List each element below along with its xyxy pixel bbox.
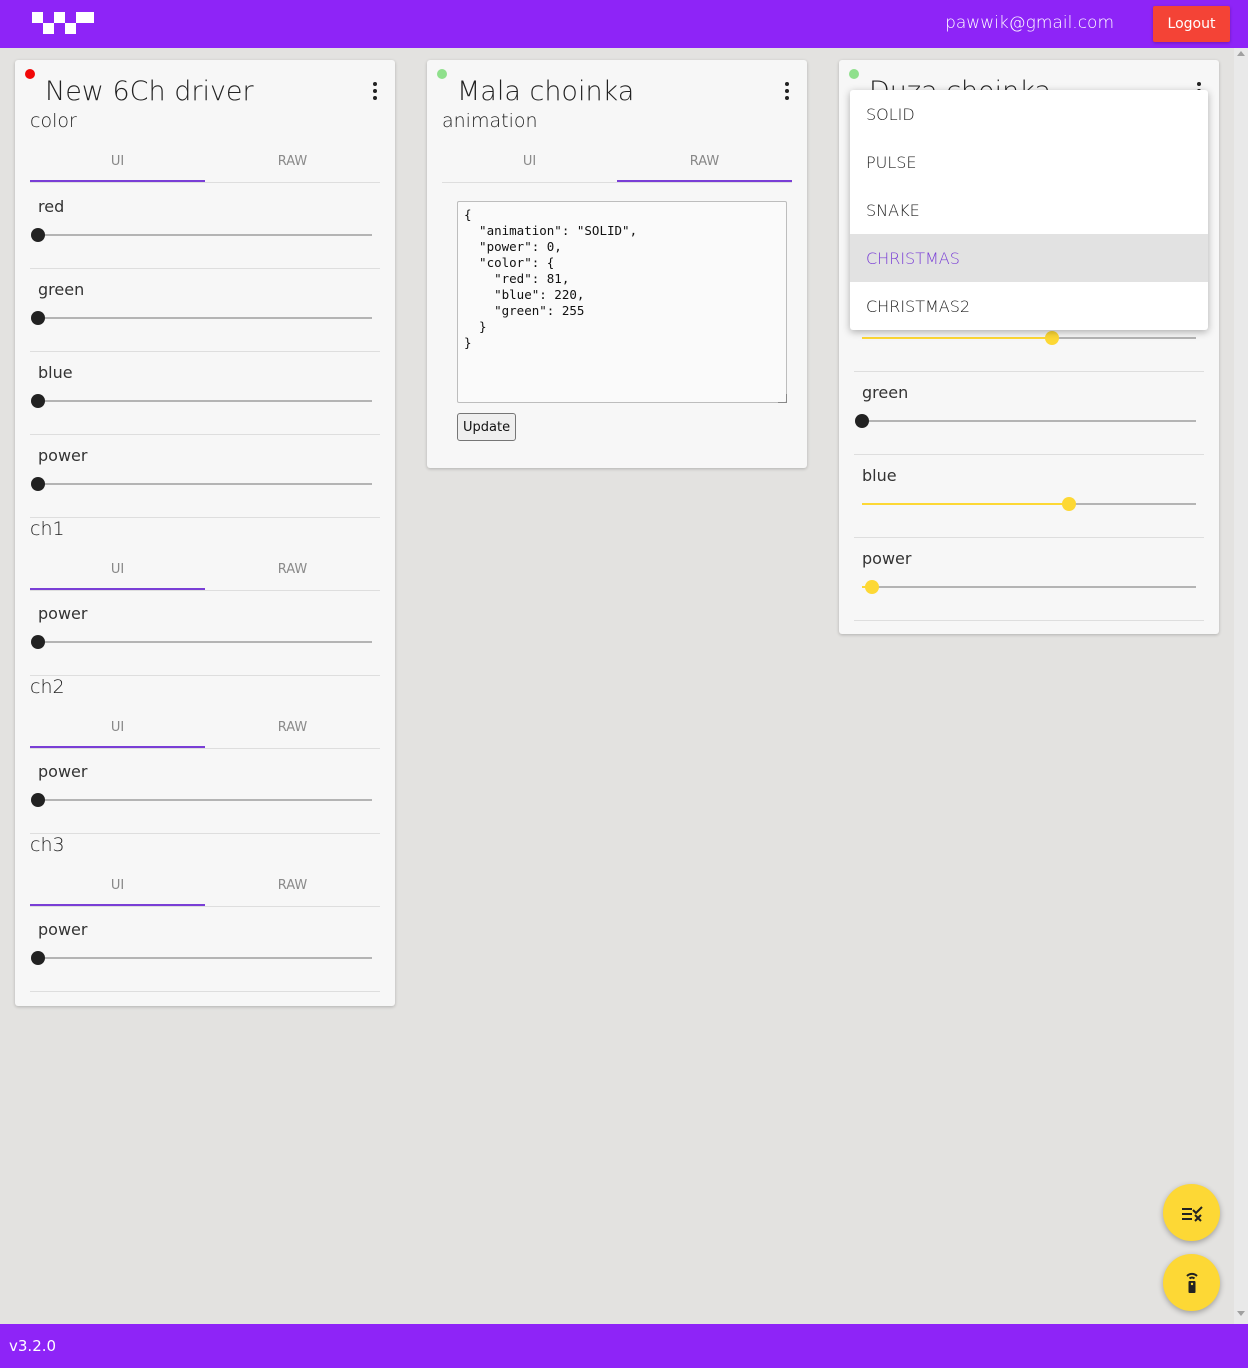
slider-label: green — [38, 280, 85, 299]
slider-label: power — [38, 446, 88, 465]
slider-thumb[interactable] — [31, 635, 45, 649]
slider-row-blue: blue — [30, 351, 380, 435]
slider-thumb[interactable] — [31, 477, 45, 491]
slider-label: power — [38, 604, 88, 623]
tab-bar: UI RAW — [30, 708, 380, 749]
slider-row-green: green — [854, 371, 1204, 455]
animation-dropdown-menu: SOLID PULSE SNAKE CHRISTMAS CHRISTMAS2 — [850, 90, 1208, 330]
slider-label: power — [38, 762, 88, 781]
tab-raw[interactable]: RAW — [205, 866, 380, 904]
slider-thumb[interactable] — [31, 793, 45, 807]
resize-grip-icon[interactable] — [778, 394, 787, 403]
menu-item-solid[interactable]: SOLID — [850, 90, 1208, 138]
playlist-check-button[interactable] — [1163, 1184, 1220, 1241]
tab-raw[interactable]: RAW — [205, 550, 380, 588]
tab-ui[interactable]: UI — [30, 708, 205, 748]
slider-row-power: power — [30, 434, 380, 518]
page-scrollbar[interactable] — [1234, 48, 1248, 1324]
slider-row-power: power — [30, 592, 380, 676]
slider-row-red: red — [30, 185, 380, 269]
app-version: v3.2.0 — [9, 1337, 57, 1355]
slider-thumb[interactable] — [31, 228, 45, 242]
section-title: ch2 — [30, 676, 65, 698]
slider-thumb[interactable] — [855, 414, 869, 428]
top-app-bar: pawwik@gmail.com Logout — [0, 0, 1248, 48]
more-vert-icon[interactable] — [784, 82, 790, 102]
slider-track[interactable] — [31, 477, 372, 491]
slider-track[interactable] — [31, 311, 372, 325]
raw-json-textarea[interactable]: { "animation": "SOLID", "power": 0, "col… — [457, 201, 787, 403]
menu-item-christmas[interactable]: CHRISTMAS — [850, 234, 1208, 282]
tab-bar: UI RAW — [30, 866, 380, 907]
slider-row-power: power — [30, 908, 380, 992]
tab-ui[interactable]: UI — [30, 550, 205, 590]
slider-track[interactable] — [862, 497, 1196, 511]
slider-track[interactable] — [855, 414, 1196, 428]
section-title: ch1 — [30, 518, 65, 540]
device-card: Mala choinka animation UI RAW { "animati… — [427, 60, 807, 468]
update-button[interactable]: Update — [457, 413, 517, 441]
slider-label: blue — [38, 363, 73, 382]
tab-bar: UI RAW — [30, 142, 380, 183]
scroll-down-icon[interactable] — [1237, 1311, 1245, 1316]
slider-label: power — [862, 549, 912, 568]
slider-track[interactable] — [31, 635, 372, 649]
tab-ui[interactable]: UI — [30, 142, 205, 182]
slider-thumb[interactable] — [31, 311, 45, 325]
status-offline-dot — [25, 69, 35, 79]
user-email: pawwik@gmail.com — [945, 13, 1114, 33]
logout-button[interactable]: Logout — [1153, 6, 1230, 42]
tab-ui[interactable]: UI — [30, 866, 205, 906]
slider-fill — [862, 503, 1070, 505]
slider-row-power: power — [854, 537, 1204, 621]
more-vert-icon[interactable] — [372, 82, 378, 102]
slider-label: green — [862, 383, 909, 402]
menu-item-christmas2[interactable]: CHRISTMAS2 — [850, 282, 1208, 330]
tab-ui[interactable]: UI — [442, 142, 617, 180]
slider-row-power: power — [30, 750, 380, 834]
status-online-dot — [437, 69, 447, 79]
footer-bar: v3.2.0 — [0, 1324, 1248, 1368]
device-title: New 6Ch driver — [45, 76, 254, 107]
slider-thumb[interactable] — [31, 394, 45, 408]
slider-track[interactable] — [862, 580, 1196, 594]
menu-item-pulse[interactable]: PULSE — [850, 138, 1208, 186]
remote-icon — [1185, 1272, 1198, 1293]
slider-row-green: green — [30, 268, 380, 352]
remote-button[interactable] — [1163, 1254, 1220, 1311]
playlist-check-icon — [1181, 1205, 1203, 1222]
tab-bar: UI RAW — [30, 550, 380, 591]
tab-raw[interactable]: RAW — [205, 708, 380, 746]
slider-label: red — [38, 197, 65, 216]
slider-thumb[interactable] — [1045, 331, 1060, 345]
slider-label: blue — [862, 466, 897, 485]
scroll-up-icon[interactable] — [1237, 51, 1245, 56]
slider-fill — [862, 337, 1053, 339]
slider-track[interactable] — [862, 331, 1196, 345]
slider-track[interactable] — [31, 793, 372, 807]
slider-track[interactable] — [31, 951, 372, 965]
tab-bar: UI RAW — [442, 142, 792, 183]
slider-track[interactable] — [31, 228, 372, 242]
slider-row-blue: blue — [854, 454, 1204, 538]
device-title: Mala choinka — [457, 76, 635, 107]
section-title: animation — [442, 110, 538, 132]
section-title: color — [30, 110, 77, 132]
section-title: ch3 — [30, 834, 65, 856]
device-card: New 6Ch driver color UI RAW red green bl… — [15, 60, 395, 1006]
menu-item-snake[interactable]: SNAKE — [850, 186, 1208, 234]
slider-label: power — [38, 920, 88, 939]
slider-thumb[interactable] — [31, 951, 45, 965]
tab-raw[interactable]: RAW — [617, 142, 792, 182]
status-online-dot — [849, 69, 859, 79]
slider-track[interactable] — [31, 394, 372, 408]
app-logo[interactable] — [32, 12, 94, 36]
tab-raw[interactable]: RAW — [205, 142, 380, 180]
slider-thumb[interactable] — [865, 580, 880, 594]
slider-thumb[interactable] — [1062, 497, 1077, 511]
